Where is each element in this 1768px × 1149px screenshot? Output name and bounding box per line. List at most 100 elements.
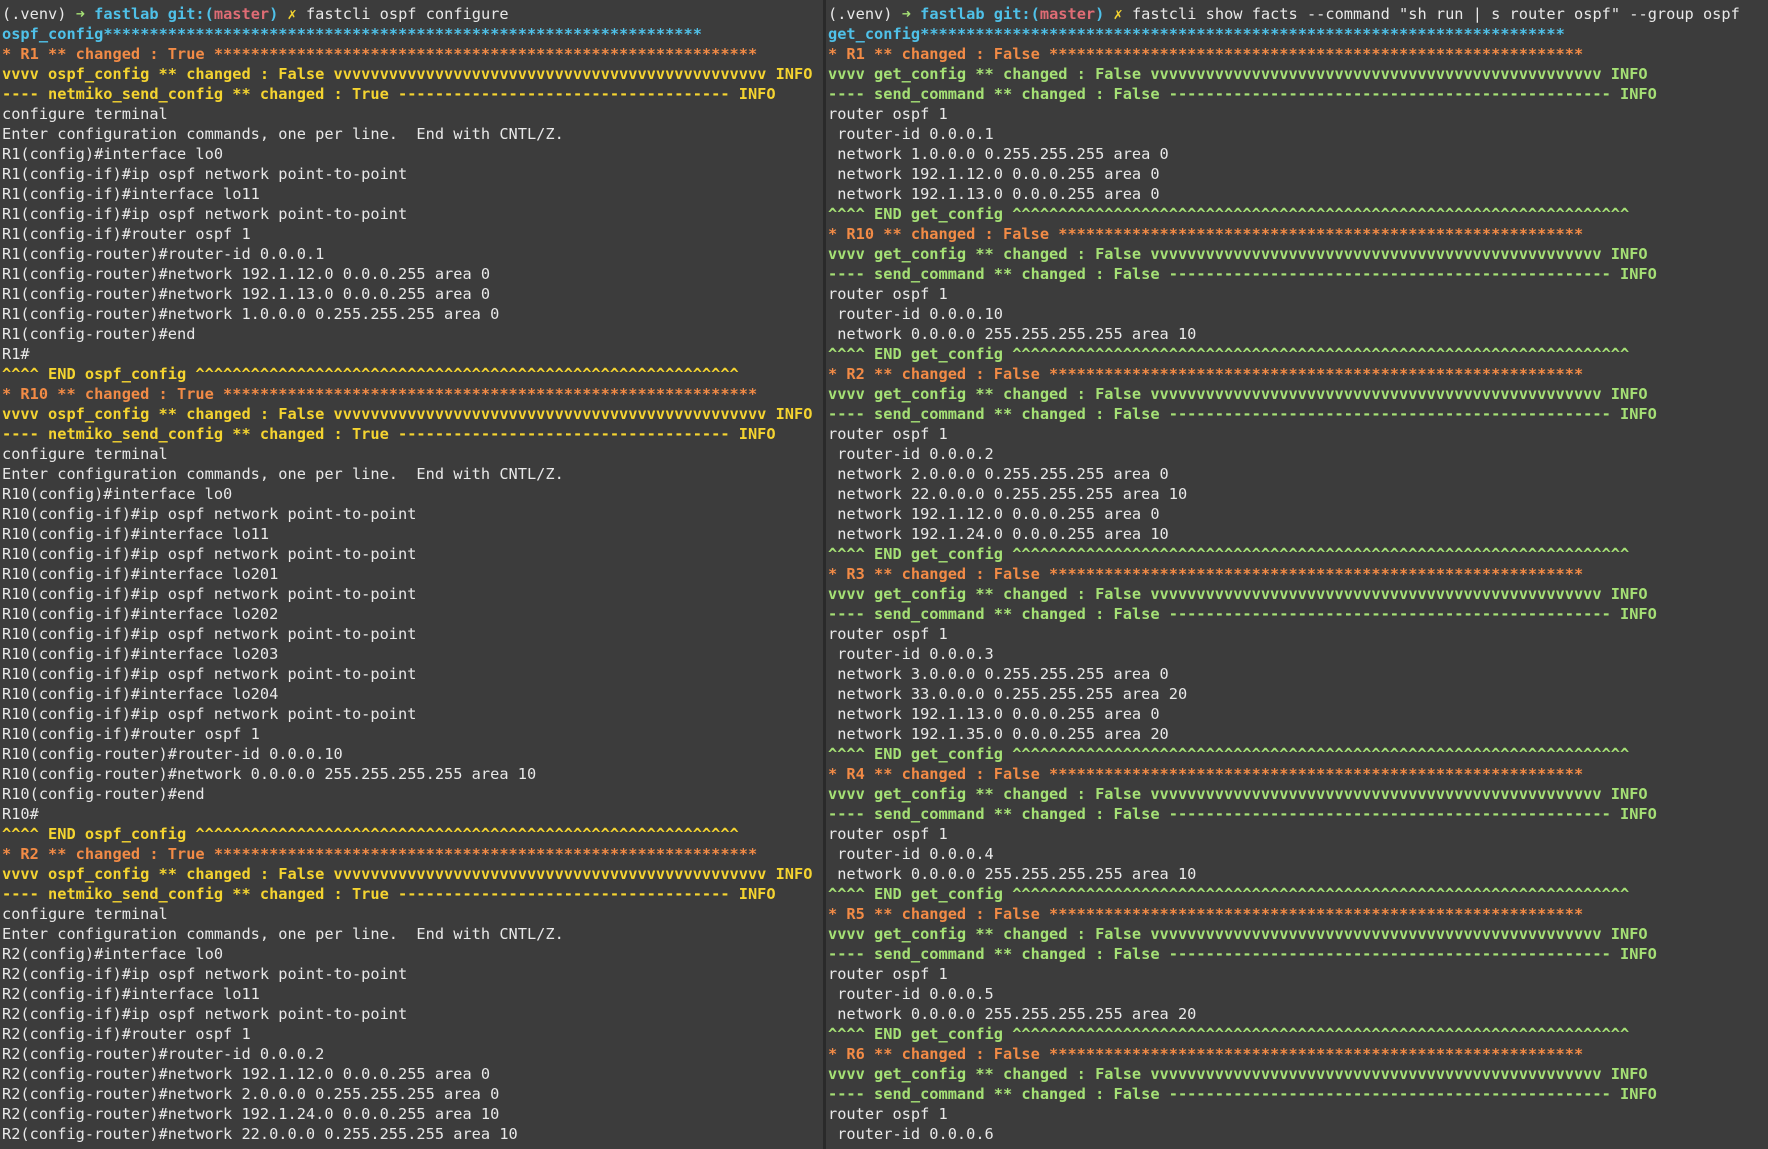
terminal-text-segment: network 0.0.0.0 255.255.255.255 area 20	[828, 1005, 1197, 1023]
terminal-line: network 2.0.0.0 0.255.255.255 area 0	[828, 464, 1768, 484]
terminal-text-segment: R10(config-router)#network 0.0.0.0 255.2…	[2, 765, 537, 783]
terminal-text-segment: * R4 ** changed : False ****************…	[828, 765, 1584, 783]
terminal-line: * R3 ** changed : False ****************…	[828, 564, 1768, 584]
terminal-text-segment: R1(config-if)#ip ospf network point-to-p…	[2, 205, 408, 223]
terminal-text-segment: fastlab	[920, 5, 994, 23]
terminal-line: ^^^^ END get_config ^^^^^^^^^^^^^^^^^^^^…	[828, 204, 1768, 224]
terminal-line: R10#	[2, 804, 823, 824]
terminal-text-segment: vvvv get_config ** changed : False vvvvv…	[828, 925, 1648, 943]
terminal-text-segment: R10(config-if)#ip ospf network point-to-…	[2, 505, 417, 523]
terminal-text-segment: R1(config-router)#network 192.1.13.0 0.0…	[2, 285, 491, 303]
terminal-line: configure terminal	[2, 444, 823, 464]
terminal-line: R10(config-if)#ip ospf network point-to-…	[2, 704, 823, 724]
terminal-line: R10(config-if)#interface lo204	[2, 684, 823, 704]
terminal-text-segment: * R1 ** changed : False ****************…	[828, 45, 1584, 63]
terminal-text-segment: network 1.0.0.0 0.255.255.255 area 0	[828, 145, 1169, 163]
terminal-text-segment: R10(config-if)#ip ospf network point-to-…	[2, 625, 417, 643]
terminal-line: R2(config-router)#network 2.0.0.0 0.255.…	[2, 1084, 823, 1104]
terminal-line: R1#	[2, 344, 823, 364]
terminal-text-segment: network 192.1.35.0 0.0.0.255 area 20	[828, 725, 1169, 743]
terminal-line: * R1 ** changed : False ****************…	[828, 44, 1768, 64]
terminal-line: get_config******************************…	[828, 24, 1768, 44]
terminal-text-segment: git:(	[167, 5, 214, 23]
terminal-line: vvvv get_config ** changed : False vvvvv…	[828, 1064, 1768, 1084]
terminal-text-segment: ---- send_command ** changed : False ---…	[828, 605, 1657, 623]
terminal-text-segment: fastcli show facts --command "sh run | s…	[1131, 5, 1740, 23]
terminal-line: network 1.0.0.0 0.255.255.255 area 0	[828, 144, 1768, 164]
terminal-line: R2(config-if)#ip ospf network point-to-p…	[2, 1004, 823, 1024]
terminal-text-segment: Enter configuration commands, one per li…	[2, 925, 564, 943]
terminal-line: vvvv ospf_config ** changed : False vvvv…	[2, 64, 823, 84]
terminal-text-segment: vvvv ospf_config ** changed : False vvvv…	[2, 405, 813, 423]
terminal-text-segment: ---- send_command ** changed : False ---…	[828, 1085, 1657, 1103]
terminal-line: R10(config-if)#interface lo201	[2, 564, 823, 584]
terminal-line: R2(config-router)#network 192.1.24.0 0.0…	[2, 1104, 823, 1124]
terminal-text-segment: R10(config-if)#ip ospf network point-to-…	[2, 545, 417, 563]
terminal-text-segment: Enter configuration commands, one per li…	[2, 125, 564, 143]
terminal-text-segment: ^^^^ END ospf_config ^^^^^^^^^^^^^^^^^^^…	[2, 825, 739, 843]
terminal-pane-left[interactable]: (.venv) ➜ fastlab git:(master) ✗ fastcli…	[0, 0, 823, 1149]
terminal-text-segment: vvvv get_config ** changed : False vvvvv…	[828, 245, 1648, 263]
terminal-line: vvvv get_config ** changed : False vvvvv…	[828, 64, 1768, 84]
terminal-line: ---- send_command ** changed : False ---…	[828, 804, 1768, 824]
terminal-text-segment: ^^^^ END get_config ^^^^^^^^^^^^^^^^^^^^…	[828, 345, 1630, 363]
terminal-text-segment: ✗	[287, 5, 306, 23]
terminal-line: vvvv ospf_config ** changed : False vvvv…	[2, 864, 823, 884]
terminal-text-segment: R10(config-router)#end	[2, 785, 205, 803]
terminal-pane-right[interactable]: (.venv) ➜ fastlab git:(master) ✗ fastcli…	[826, 0, 1768, 1149]
terminal-line: ---- send_command ** changed : False ---…	[828, 944, 1768, 964]
terminal-text-segment: R1(config-if)#ip ospf network point-to-p…	[2, 165, 408, 183]
terminal-text-segment: network 192.1.12.0 0.0.0.255 area 0	[828, 165, 1160, 183]
terminal-text-segment: router ospf 1	[828, 425, 948, 443]
terminal-line: R10(config-if)#ip ospf network point-to-…	[2, 584, 823, 604]
terminal-line: network 22.0.0.0 0.255.255.255 area 10	[828, 484, 1768, 504]
terminal-line: ---- send_command ** changed : False ---…	[828, 1084, 1768, 1104]
terminal-text-segment: R10(config)#interface lo0	[2, 485, 233, 503]
terminal-output: (.venv) ➜ fastlab git:(master) ✗ fastcli…	[0, 0, 823, 1144]
terminal-text-segment: R10(config-if)#ip ospf network point-to-…	[2, 705, 417, 723]
terminal-text-segment: network 192.1.12.0 0.0.0.255 area 0	[828, 505, 1160, 523]
terminal-line: network 192.1.35.0 0.0.0.255 area 20	[828, 724, 1768, 744]
terminal-line: * R10 ** changed : True ****************…	[2, 384, 823, 404]
terminal-text-segment: router ospf 1	[828, 825, 948, 843]
terminal-line: ---- send_command ** changed : False ---…	[828, 264, 1768, 284]
terminal-text-segment: ^^^^ END get_config ^^^^^^^^^^^^^^^^^^^^…	[828, 885, 1630, 903]
terminal-text-segment: fastcli ospf configure	[305, 5, 509, 23]
terminal-line: network 3.0.0.0 0.255.255.255 area 0	[828, 664, 1768, 684]
terminal-text-segment: R1(config-router)#network 192.1.12.0 0.0…	[2, 265, 491, 283]
terminal-text-segment: R2(config-router)#network 192.1.24.0 0.0…	[2, 1105, 500, 1123]
terminal-line: vvvv get_config ** changed : False vvvvv…	[828, 384, 1768, 404]
terminal-text-segment: R1(config)#interface lo0	[2, 145, 224, 163]
terminal-text-segment: Enter configuration commands, one per li…	[2, 465, 564, 483]
terminal-line: * R5 ** changed : False ****************…	[828, 904, 1768, 924]
terminal-text-segment: network 192.1.24.0 0.0.0.255 area 10	[828, 525, 1169, 543]
terminal-text-segment: vvvv get_config ** changed : False vvvvv…	[828, 65, 1648, 83]
terminal-text-segment: * R1 ** changed : True *****************…	[2, 45, 758, 63]
terminal-line: vvvv get_config ** changed : False vvvvv…	[828, 244, 1768, 264]
terminal-text-segment: (.venv)	[828, 5, 902, 23]
terminal-text-segment: )	[269, 5, 288, 23]
terminal-line: * R10 ** changed : False ***************…	[828, 224, 1768, 244]
terminal-text-segment: network 192.1.13.0 0.0.0.255 area 0	[828, 185, 1160, 203]
terminal-line: R10(config-if)#ip ospf network point-to-…	[2, 544, 823, 564]
terminal-text-segment: get_config	[828, 25, 921, 43]
terminal-text-segment: R2(config-router)#router-id 0.0.0.2	[2, 1045, 325, 1063]
terminal-line: R1(config-if)#interface lo11	[2, 184, 823, 204]
terminal-window: (.venv) ➜ fastlab git:(master) ✗ fastcli…	[0, 0, 1768, 1149]
terminal-line: ---- netmiko_send_config ** changed : Tr…	[2, 424, 823, 444]
terminal-text-segment: ****************************************…	[920, 25, 1565, 43]
terminal-text-segment: R1(config-router)#network 1.0.0.0 0.255.…	[2, 305, 500, 323]
terminal-text-segment: vvvv ospf_config ** changed : False vvvv…	[2, 65, 813, 83]
terminal-text-segment: vvvv get_config ** changed : False vvvvv…	[828, 585, 1648, 603]
terminal-line: router ospf 1	[828, 824, 1768, 844]
terminal-text-segment: ^^^^ END get_config ^^^^^^^^^^^^^^^^^^^^…	[828, 1025, 1630, 1043]
terminal-text-segment: router-id 0.0.0.5	[828, 985, 994, 1003]
terminal-text-segment: R1#	[2, 345, 30, 363]
terminal-text-segment: ^^^^ END ospf_config ^^^^^^^^^^^^^^^^^^^…	[2, 365, 739, 383]
terminal-line: router-id 0.0.0.10	[828, 304, 1768, 324]
terminal-text-segment: R10(config-if)#interface lo11	[2, 525, 270, 543]
terminal-text-segment: * R10 ** changed : True ****************…	[2, 385, 758, 403]
terminal-text-segment: R2(config)#interface lo0	[2, 945, 224, 963]
terminal-text-segment: router-id 0.0.0.6	[828, 1125, 994, 1143]
terminal-text-segment: router ospf 1	[828, 1105, 948, 1123]
